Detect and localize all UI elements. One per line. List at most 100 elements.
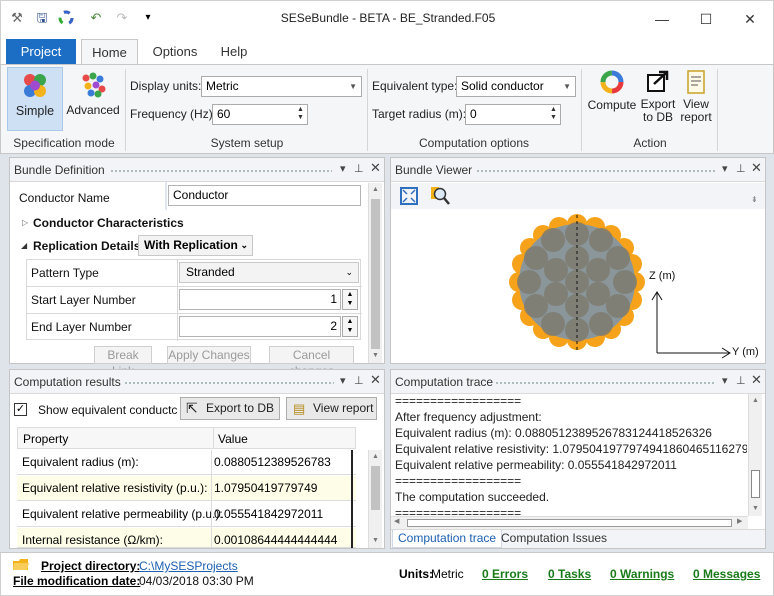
expand-icon[interactable]: ▷ [22,218,28,227]
pin-icon[interactable]: ⊥ [736,162,746,175]
messages-link[interactable]: 0 Messages [693,567,760,581]
export-to-db-button[interactable]: Export to DB [638,69,678,124]
break-link-button[interactable]: Break Link [94,346,152,378]
view-report-button[interactable]: View report [678,69,714,124]
simple-mode-icon [24,74,46,97]
equivalent-type-select[interactable]: Solid conductor ▼ [456,76,576,97]
target-radius-spinner-icon[interactable]: ▲ ▼ [548,106,559,123]
ribbon-tabs: Project Home Options Help [0,36,774,65]
tab-computation-issues[interactable]: Computation Issues [501,530,607,548]
tab-project[interactable]: Project [6,39,76,64]
vertical-scrollbar[interactable]: ▲ ▼ [368,450,382,548]
start-layer-spinner-icon[interactable]: ▲ ▼ [342,289,358,310]
panel-menu-icon[interactable]: ▾ [722,162,728,175]
computation-options-group-label: Computation options [418,136,530,150]
tab-options[interactable]: Options [146,39,204,64]
close-icon[interactable]: ✕ [370,372,381,388]
scroll-up-icon[interactable]: ▲ [369,183,382,197]
table-row[interactable]: Equivalent relative resistivity (p.u.): 1… [17,476,356,501]
vertical-scrollbar[interactable]: ▲ ▼ [368,183,382,363]
scroll-thumb[interactable] [371,199,380,349]
errors-link[interactable]: 0 Errors [482,567,528,581]
computation-results-panel: Computation results ▾ ⊥ ✕ ✓ Show equival… [9,369,385,549]
close-icon[interactable]: ✕ [751,372,762,388]
compute-button[interactable]: Compute [586,69,638,112]
minimize-button[interactable]: — [640,5,684,33]
pin-icon[interactable]: ⊥ [354,162,364,175]
vertical-scrollbar[interactable]: ▲ ▼ [748,394,762,516]
frequency-spinner-icon[interactable]: ▲ ▼ [295,106,306,123]
panel-menu-icon[interactable]: ▾ [340,162,346,175]
panel-menu-icon[interactable]: ▾ [340,374,346,387]
column-header-value[interactable]: Value [218,432,248,446]
advanced-button[interactable]: Advanced [65,67,121,131]
apply-changes-button[interactable]: Apply Changes [167,346,251,364]
show-equivalent-checkbox[interactable]: ✓ [14,403,27,416]
trace-line: ================== [395,506,522,516]
grid-edge [351,450,353,548]
table-row[interactable]: Equivalent relative permeability (p.u.):… [17,502,356,527]
frequency-input[interactable]: 60 ▲ ▼ [212,104,308,125]
close-icon[interactable]: ✕ [370,160,381,176]
pin-icon[interactable]: ⊥ [736,374,746,387]
column-header-property[interactable]: Property [23,432,68,446]
scroll-thumb[interactable] [407,519,732,527]
units-label: Units: [399,567,433,581]
trace-line: Equivalent radius (m): 0.088051238952678… [395,426,712,440]
chevron-down-icon: ⌄ [345,267,353,277]
close-icon[interactable]: ✕ [751,160,762,176]
pattern-type-select[interactable]: Stranded ⌄ [179,262,359,283]
trace-text-area[interactable]: ================== After frequency adjus… [391,394,747,516]
target-radius-input[interactable]: 0 ▲ ▼ [465,104,561,125]
chevron-down-icon: ⌄ [240,240,248,250]
end-layer-input[interactable]: 2 [179,316,341,337]
simple-button[interactable]: Simple [7,67,63,131]
tab-help[interactable]: Help [211,39,257,64]
pin-icon[interactable]: ⊥ [354,374,364,387]
maximize-button[interactable]: ☐ [684,5,728,33]
panel-menu-icon[interactable]: ▾ [722,374,728,387]
chevron-down-icon: ▼ [563,82,571,91]
conductor-name-label: Conductor Name [19,191,110,205]
panel-title: Bundle Definition [14,163,105,177]
export-label: Export to DB [640,97,676,124]
toolbar-overflow-icon[interactable]: ⇟ [751,195,758,204]
zoom-icon[interactable] [429,186,451,206]
panel-grip [110,169,332,173]
scroll-down-icon[interactable]: ▼ [369,534,382,548]
scroll-right-icon[interactable]: ▶ [737,517,742,525]
scroll-up-icon[interactable]: ▲ [749,394,762,408]
scroll-thumb[interactable] [371,466,380,510]
panel-grip [476,169,716,173]
file-modification-label: File modification date: [13,574,141,588]
fit-view-icon[interactable] [400,187,418,205]
scroll-down-icon[interactable]: ▼ [369,349,382,363]
end-layer-spinner-icon[interactable]: ▲ ▼ [342,316,358,337]
tab-home[interactable]: Home [81,39,138,65]
collapse-icon[interactable]: ◢ [21,241,27,250]
start-layer-input[interactable]: 1 [179,289,341,310]
scroll-down-icon[interactable]: ▼ [749,502,762,516]
conductor-name-input[interactable]: Conductor [168,185,361,206]
replication-select[interactable]: With Replication ⌄ [138,235,253,256]
warnings-link[interactable]: 0 Warnings [610,567,674,581]
tasks-link[interactable]: 0 Tasks [548,567,591,581]
compute-icon [600,70,624,94]
scroll-up-icon[interactable]: ▲ [369,450,382,464]
scroll-left-icon[interactable]: ◀ [394,517,399,525]
scroll-thumb[interactable] [751,470,760,498]
project-directory-link[interactable]: C:\MySESProjects [139,559,238,573]
report-icon [687,70,705,94]
ribbon-separator [581,69,582,151]
view-report-button[interactable]: ▤ View report [286,397,377,420]
horizontal-scrollbar[interactable]: ◀ ▶ [391,516,748,529]
table-row[interactable]: Equivalent radius (m): 0.0880512389526783 [17,450,356,475]
close-button[interactable]: ✕ [728,5,772,33]
conductor-characteristics-label[interactable]: Conductor Characteristics [33,216,184,230]
cancel-changes-button[interactable]: Cancel changes [269,346,354,378]
tab-computation-trace[interactable]: Computation trace [392,530,503,548]
display-units-select[interactable]: Metric ▼ [201,76,362,97]
table-row[interactable]: Internal resistance (Ω/km): 0.00108644444… [17,528,356,548]
export-to-db-button[interactable]: ⇱ Export to DB [180,397,280,420]
folder-icon [13,559,29,571]
